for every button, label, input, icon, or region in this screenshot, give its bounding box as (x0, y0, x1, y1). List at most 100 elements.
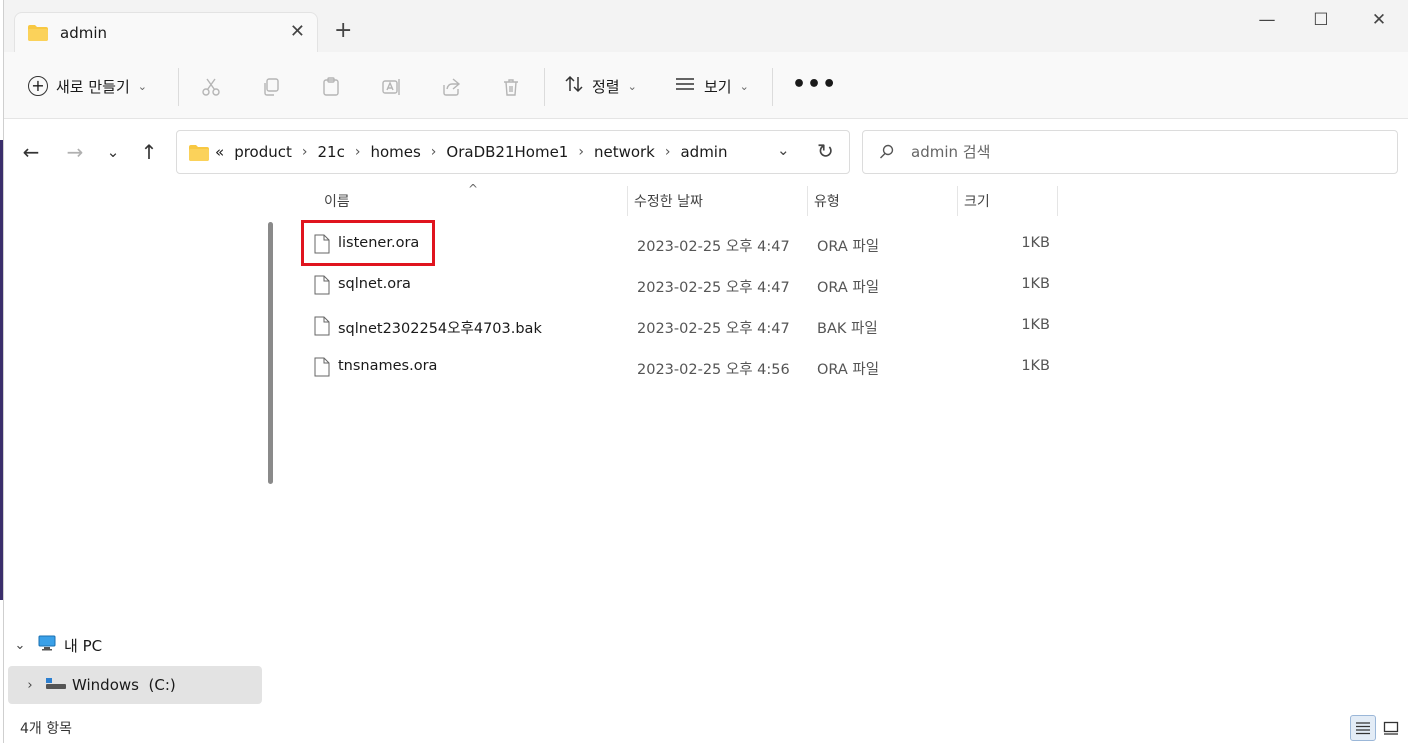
breadcrumb-overflow[interactable]: « (215, 143, 224, 161)
drive-icon (46, 676, 66, 694)
address-bar[interactable]: « product › 21c › homes › OraDB21Home1 ›… (176, 130, 850, 174)
recent-locations-chevron-icon[interactable]: ⌄ (100, 140, 126, 164)
breadcrumb-homes[interactable]: homes (370, 143, 420, 161)
chevron-right-icon[interactable]: › (355, 144, 361, 160)
file-name: sqlnet2302254오후4703.bak (338, 321, 542, 337)
table-row[interactable]: sqlnet2302254오후4703.bak 2023-02-25 오후 4:… (300, 307, 1060, 343)
file-size: 1KB (1021, 276, 1050, 292)
file-icon (314, 316, 330, 340)
sort-ascending-icon: ^ (468, 182, 479, 196)
status-bar: 4개 항목 (4, 714, 1408, 743)
breadcrumb-admin[interactable]: admin (680, 143, 727, 161)
highlight-box-listener-ora (301, 220, 435, 266)
file-type: ORA 파일 (817, 280, 880, 296)
file-date: 2023-02-25 오후 4:47 (637, 321, 790, 337)
file-icon (314, 357, 330, 381)
file-type: BAK 파일 (817, 321, 878, 337)
minimize-button[interactable]: — (1244, 10, 1290, 30)
search-icon (879, 144, 895, 164)
column-headers: ^ 이름 수정한 날짜 유형 크기 (286, 182, 1406, 216)
sort-button[interactable]: 정렬 ⌄ (564, 74, 637, 98)
column-header-name[interactable]: 이름 (324, 191, 350, 211)
file-date: 2023-02-25 오후 4:47 (637, 280, 790, 296)
monitor-icon (38, 635, 56, 655)
file-type: ORA 파일 (817, 362, 880, 378)
toolbar-divider (772, 68, 773, 106)
navigation-pane-scrollbar[interactable] (268, 222, 273, 484)
delete-icon[interactable] (498, 74, 524, 100)
chevron-right-icon[interactable]: › (578, 144, 584, 160)
column-header-date[interactable]: 수정한 날짜 (634, 191, 703, 211)
breadcrumb-network[interactable]: network (594, 143, 655, 161)
refresh-icon[interactable]: ↻ (817, 139, 834, 163)
share-icon[interactable] (438, 74, 464, 100)
file-name: sqlnet.ora (338, 276, 411, 292)
sidebar-item-this-pc[interactable]: ⌄ 내 PC (8, 626, 262, 664)
chevron-down-icon: ⌄ (739, 79, 749, 93)
column-divider[interactable] (1057, 186, 1058, 216)
forward-arrow-icon[interactable]: → (62, 140, 88, 164)
title-bar: admin ✕ + — ☐ ✕ (4, 0, 1408, 52)
file-name: tnsnames.ora (338, 358, 438, 374)
details-view-icon[interactable] (1350, 715, 1376, 741)
column-header-type[interactable]: 유형 (814, 191, 840, 211)
item-count: 4개 항목 (20, 721, 72, 737)
file-type: ORA 파일 (817, 239, 880, 255)
chevron-right-icon[interactable]: › (431, 144, 437, 160)
close-window-button[interactable]: ✕ (1356, 10, 1402, 30)
breadcrumb-product[interactable]: product (234, 143, 292, 161)
chevron-right-icon[interactable]: › (665, 144, 671, 160)
file-size: 1KB (1021, 235, 1050, 251)
navigation-pane: ⌄ 내 PC › Windows (C:) (4, 186, 280, 706)
file-icon (314, 275, 330, 299)
breadcrumb: « product › 21c › homes › OraDB21Home1 ›… (215, 143, 727, 161)
file-date: 2023-02-25 오후 4:56 (637, 362, 790, 378)
chevron-down-icon: ⌄ (627, 79, 637, 93)
column-divider[interactable] (957, 186, 958, 216)
chevron-right-icon[interactable]: › (18, 678, 42, 693)
breadcrumb-oradb21home1[interactable]: OraDB21Home1 (446, 143, 568, 161)
table-row[interactable]: sqlnet.ora 2023-02-25 오후 4:47 ORA 파일 1KB (300, 266, 1060, 302)
breadcrumb-21c[interactable]: 21c (318, 143, 345, 161)
sidebar-item-label: Windows (C:) (72, 676, 176, 694)
table-row[interactable]: tnsnames.ora 2023-02-25 오후 4:56 ORA 파일 1… (300, 348, 1060, 384)
chevron-down-icon[interactable]: ⌄ (8, 638, 32, 653)
back-arrow-icon[interactable]: ← (18, 140, 44, 164)
file-size: 1KB (1021, 358, 1050, 374)
cut-icon[interactable] (198, 74, 224, 100)
view-list-icon (674, 74, 696, 98)
column-divider[interactable] (807, 186, 808, 216)
file-date: 2023-02-25 오후 4:47 (637, 239, 790, 255)
column-header-size[interactable]: 크기 (964, 191, 990, 211)
copy-icon[interactable] (258, 74, 284, 100)
file-size: 1KB (1021, 317, 1050, 333)
chevron-down-icon: ⌄ (137, 79, 147, 93)
sidebar-item-label: 내 PC (64, 636, 103, 655)
tiles-view-icon[interactable] (1378, 715, 1404, 741)
column-divider[interactable] (627, 186, 628, 216)
tab-close-button[interactable]: ✕ (290, 21, 305, 42)
tab-title: admin (60, 24, 107, 42)
up-arrow-icon[interactable]: ↑ (136, 140, 162, 164)
rename-icon[interactable] (378, 74, 404, 100)
sort-label: 정렬 (592, 77, 620, 96)
command-bar: + 새로 만들기 ⌄ 정렬 ⌄ 보기 ⌄ ••• (4, 52, 1408, 119)
search-input[interactable] (911, 141, 1371, 163)
paste-icon[interactable] (318, 74, 344, 100)
chevron-right-icon[interactable]: › (302, 144, 308, 160)
address-history-chevron-icon[interactable]: ⌄ (777, 141, 790, 159)
toolbar-divider (544, 68, 545, 106)
more-options-button[interactable]: ••• (792, 72, 837, 97)
view-button[interactable]: 보기 ⌄ (674, 74, 749, 98)
sidebar-item-windows-drive[interactable]: › Windows (C:) (8, 666, 262, 704)
file-explorer-window: admin ✕ + — ☐ ✕ + 새로 만들기 ⌄ 정렬 ⌄ 보기 ⌄ •••… (3, 0, 1408, 743)
toolbar-divider (178, 68, 179, 106)
new-item-label: 새로 만들기 (56, 77, 130, 96)
tab-admin[interactable]: admin ✕ (14, 12, 318, 52)
sort-arrows-icon (564, 74, 584, 98)
search-box (862, 130, 1398, 174)
maximize-button[interactable]: ☐ (1298, 10, 1344, 30)
folder-icon (28, 25, 48, 45)
new-item-button[interactable]: + 새로 만들기 ⌄ (28, 74, 147, 98)
new-tab-button[interactable]: + (334, 20, 352, 42)
